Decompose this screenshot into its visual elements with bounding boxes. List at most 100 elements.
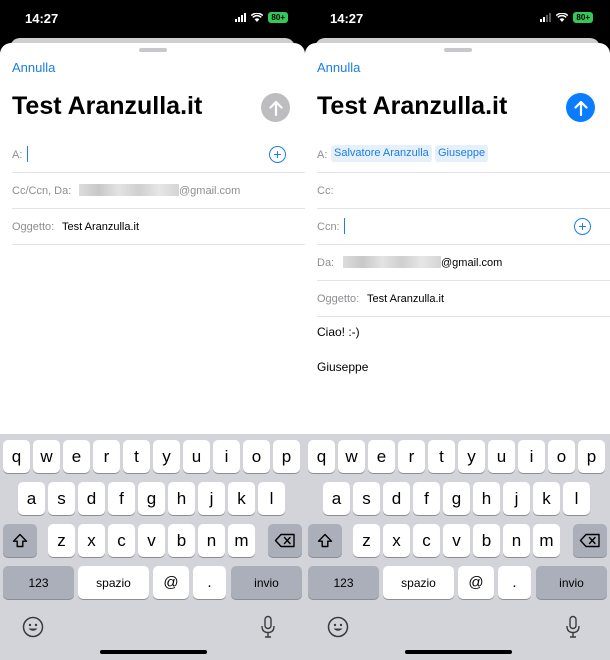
key-d[interactable]: d xyxy=(78,482,105,515)
cancel-button[interactable]: Annulla xyxy=(317,60,360,75)
key-r[interactable]: r xyxy=(93,440,120,473)
microphone-icon[interactable] xyxy=(260,615,276,644)
message-body-line[interactable]: Ciao! :-) xyxy=(317,325,360,339)
key-e[interactable]: e xyxy=(368,440,395,473)
return-key[interactable]: invio xyxy=(231,566,302,599)
cc-from-label: Cc/Ccn, Da: xyxy=(12,185,72,197)
key-j[interactable]: j xyxy=(198,482,225,515)
key-g[interactable]: g xyxy=(138,482,165,515)
send-button[interactable] xyxy=(566,93,595,122)
key-y[interactable]: y xyxy=(153,440,180,473)
space-key[interactable]: spazio xyxy=(78,566,149,599)
key-i[interactable]: i xyxy=(213,440,240,473)
to-field[interactable]: A: Salvatore Aranzulla Giuseppe xyxy=(317,137,610,173)
key-l[interactable]: l xyxy=(258,482,285,515)
plus-circle-icon[interactable]: + xyxy=(269,146,286,163)
cc-bcc-from-field[interactable]: Cc/Ccn, Da: @gmail.com xyxy=(12,173,305,209)
key-w[interactable]: w xyxy=(33,440,60,473)
recipient-chip[interactable]: Giuseppe xyxy=(435,145,489,162)
key-x[interactable]: x xyxy=(383,524,410,557)
shift-key[interactable] xyxy=(308,524,342,557)
key-c[interactable]: c xyxy=(413,524,440,557)
from-field[interactable]: Da: @gmail.com xyxy=(317,245,610,281)
key-j[interactable]: j xyxy=(503,482,530,515)
key-c[interactable]: c xyxy=(108,524,135,557)
plus-circle-icon[interactable]: + xyxy=(574,218,591,235)
subject-field[interactable]: Oggetto: Test Aranzulla.it xyxy=(12,209,305,245)
key-n[interactable]: n xyxy=(503,524,530,557)
key-f[interactable]: f xyxy=(108,482,135,515)
key-t[interactable]: t xyxy=(428,440,455,473)
delete-key[interactable] xyxy=(268,524,302,557)
key-h[interactable]: h xyxy=(473,482,500,515)
numbers-key[interactable]: 123 xyxy=(3,566,74,599)
key-v[interactable]: v xyxy=(443,524,470,557)
microphone-icon[interactable] xyxy=(565,615,581,644)
bcc-field[interactable]: Ccn: + xyxy=(317,209,610,245)
recipient-chip[interactable]: Salvatore Aranzulla xyxy=(331,145,432,162)
key-m[interactable]: m xyxy=(228,524,255,557)
key-v[interactable]: v xyxy=(138,524,165,557)
wifi-icon xyxy=(251,13,264,22)
numbers-key[interactable]: 123 xyxy=(308,566,379,599)
emoji-icon[interactable] xyxy=(22,616,44,643)
at-key[interactable]: @ xyxy=(153,566,189,599)
delete-key[interactable] xyxy=(573,524,607,557)
to-field[interactable]: A: + xyxy=(12,137,305,173)
key-q[interactable]: q xyxy=(3,440,30,473)
arrow-up-icon xyxy=(268,100,283,116)
space-key[interactable]: spazio xyxy=(383,566,454,599)
key-b[interactable]: b xyxy=(168,524,195,557)
key-a[interactable]: a xyxy=(18,482,45,515)
key-u[interactable]: u xyxy=(183,440,210,473)
key-a[interactable]: a xyxy=(323,482,350,515)
key-z[interactable]: z xyxy=(353,524,380,557)
status-time: 14:27 xyxy=(330,11,364,26)
key-n[interactable]: n xyxy=(198,524,225,557)
subject-label: Oggetto: xyxy=(317,293,360,305)
message-body-line[interactable]: Giuseppe xyxy=(317,360,368,374)
key-g[interactable]: g xyxy=(443,482,470,515)
emoji-icon[interactable] xyxy=(327,616,349,643)
key-i[interactable]: i xyxy=(518,440,545,473)
subject-field[interactable]: Oggetto: Test Aranzulla.it xyxy=(317,281,610,317)
key-q[interactable]: q xyxy=(308,440,335,473)
key-d[interactable]: d xyxy=(383,482,410,515)
key-x[interactable]: x xyxy=(78,524,105,557)
key-l[interactable]: l xyxy=(563,482,590,515)
key-t[interactable]: t xyxy=(123,440,150,473)
at-key[interactable]: @ xyxy=(458,566,494,599)
key-m[interactable]: m xyxy=(533,524,560,557)
key-k[interactable]: k xyxy=(533,482,560,515)
sheet-handle[interactable] xyxy=(138,48,167,52)
key-e[interactable]: e xyxy=(63,440,90,473)
key-o[interactable]: o xyxy=(243,440,270,473)
key-f[interactable]: f xyxy=(413,482,440,515)
key-y[interactable]: y xyxy=(458,440,485,473)
cancel-button[interactable]: Annulla xyxy=(12,60,55,75)
key-r[interactable]: r xyxy=(398,440,425,473)
cc-field[interactable]: Cc: xyxy=(317,173,610,209)
key-o[interactable]: o xyxy=(548,440,575,473)
dot-key[interactable]: . xyxy=(498,566,531,599)
key-p[interactable]: p xyxy=(578,440,605,473)
backspace-icon xyxy=(274,533,295,548)
key-w[interactable]: w xyxy=(338,440,365,473)
key-p[interactable]: p xyxy=(273,440,300,473)
key-h[interactable]: h xyxy=(168,482,195,515)
dot-key[interactable]: . xyxy=(193,566,226,599)
key-s[interactable]: s xyxy=(353,482,380,515)
key-k[interactable]: k xyxy=(228,482,255,515)
blurred-email xyxy=(79,184,179,196)
subject-value: Test Aranzulla.it xyxy=(367,293,445,305)
send-button[interactable] xyxy=(261,93,290,122)
home-indicator xyxy=(100,650,207,654)
return-key[interactable]: invio xyxy=(536,566,607,599)
sheet-handle[interactable] xyxy=(443,48,472,52)
left-screenshot: 14:27 80+ Annulla Test Aranzulla.it A: +… xyxy=(0,0,305,660)
key-s[interactable]: s xyxy=(48,482,75,515)
key-u[interactable]: u xyxy=(488,440,515,473)
shift-key[interactable] xyxy=(3,524,37,557)
key-z[interactable]: z xyxy=(48,524,75,557)
key-b[interactable]: b xyxy=(473,524,500,557)
